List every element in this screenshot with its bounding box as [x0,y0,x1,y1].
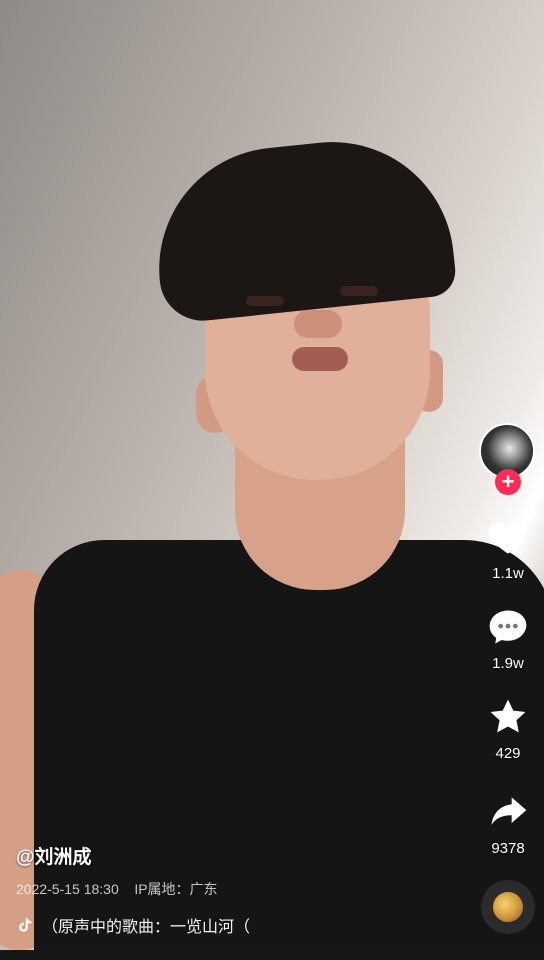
comment-button[interactable]: 1.9w [476,605,540,672]
star-icon [490,699,526,733]
video-content [0,0,544,950]
person-eye-right [340,286,378,296]
music-note-icon [19,918,32,932]
author-name[interactable]: @刘洲成 [16,842,456,869]
heart-icon [488,522,525,554]
music-disc-button[interactable] [481,880,535,934]
share-button[interactable]: 9378 [476,790,540,857]
like-count: 1.1w [492,565,524,582]
creator-avatar-group[interactable]: + [479,423,537,495]
share-icon [491,797,527,825]
share-count: 9378 [491,840,525,857]
comment-icon [489,610,527,644]
comment-count: 1.9w [492,655,524,672]
music-disc-cover [493,892,523,922]
video-frame[interactable] [0,0,544,950]
bottom-band [0,950,544,960]
like-button[interactable]: 1.1w [476,515,540,582]
person-eye-left [246,296,284,306]
favorite-button[interactable]: 429 [476,695,540,762]
plus-icon: + [501,469,515,494]
person-hair [147,130,458,325]
music-row[interactable]: （原声中的歌曲：一览山河（ [16,913,456,937]
follow-button[interactable]: + [495,469,521,495]
ip-location: IP属地：广东 [134,881,218,897]
favorite-count: 429 [495,745,521,762]
person-mouth [292,347,348,371]
post-timestamp: 2022-5-15 18:30 [16,881,119,897]
person-nose [294,310,342,338]
video-caption: @刘洲成 2022-5-15 18:30 IP属地：广东 （原声中的歌曲：一览山… [16,842,456,937]
post-meta: 2022-5-15 18:30 IP属地：广东 [16,879,456,899]
music-title: （原声中的歌曲：一览山河（ [42,919,251,936]
